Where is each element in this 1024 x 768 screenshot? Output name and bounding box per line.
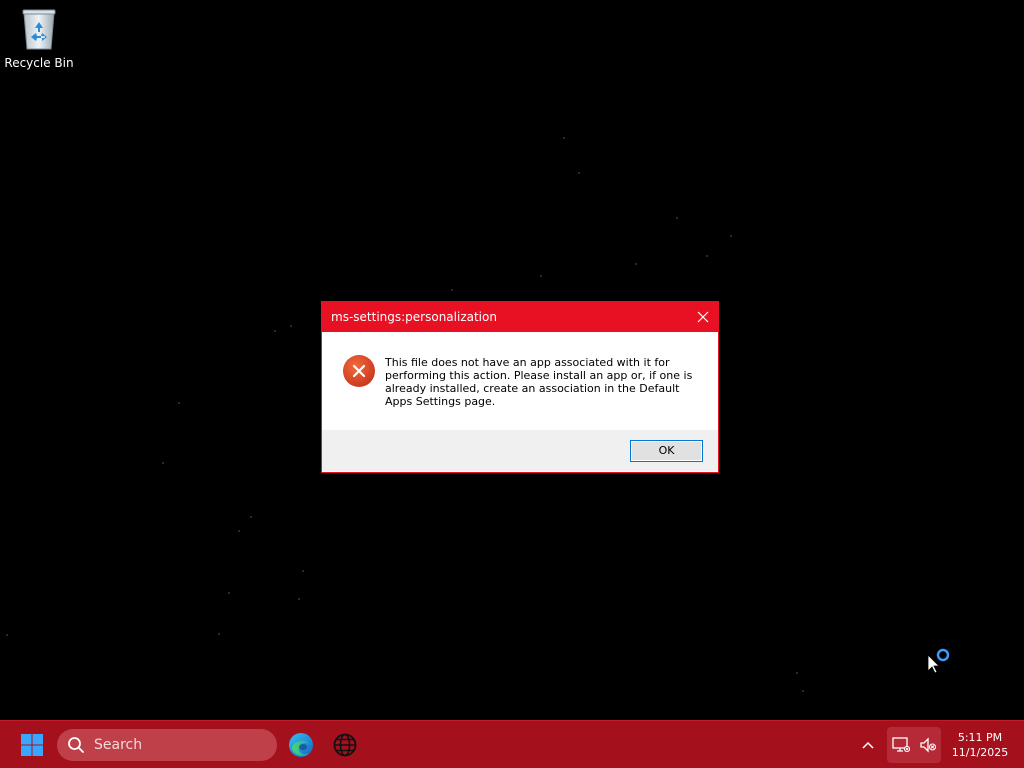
windows-start-icon: [21, 734, 43, 756]
recycle-bin-icon: [19, 6, 59, 52]
busy-cursor-icon: [927, 648, 950, 674]
taskbar-search-box[interactable]: Search: [57, 729, 277, 761]
wallpaper-speck: [6, 634, 8, 636]
wallpaper-speck: [274, 330, 276, 332]
wallpaper-speck: [290, 325, 292, 327]
edge-icon: [289, 733, 313, 757]
globe-icon: [333, 733, 357, 757]
wallpaper-speck: [802, 690, 804, 692]
taskbar-app-browser[interactable]: [325, 725, 365, 765]
search-icon: [67, 736, 85, 754]
wallpaper-speck: [706, 255, 708, 257]
mouse-cursor: [927, 647, 951, 674]
wallpaper-speck: [540, 275, 542, 277]
tray-network-volume-button[interactable]: [887, 727, 941, 763]
dialog-footer: OK: [322, 430, 718, 471]
dialog-body: This file does not have an app associate…: [322, 332, 718, 430]
error-dialog: ms-settings:personalization This file do…: [321, 301, 719, 473]
close-icon: [697, 311, 709, 323]
volume-muted-icon: [919, 737, 936, 753]
taskbar-clock[interactable]: 5:11 PM 11/1/2025: [944, 727, 1016, 763]
clock-time: 5:11 PM: [957, 731, 1003, 744]
wallpaper-speck: [451, 289, 453, 291]
wallpaper-speck: [298, 598, 300, 600]
ok-button[interactable]: OK: [630, 439, 703, 462]
wallpaper-speck: [676, 217, 678, 219]
wallpaper-speck: [162, 462, 164, 464]
wallpaper-speck: [563, 137, 565, 139]
desktop-icon-recycle-bin[interactable]: Recycle Bin: [4, 6, 74, 70]
wallpaper-speck: [578, 172, 580, 174]
wallpaper-speck: [302, 570, 304, 572]
chevron-up-icon: [862, 741, 874, 749]
wallpaper-speck: [178, 402, 180, 404]
error-icon: [343, 355, 375, 387]
wallpaper-speck: [218, 633, 220, 635]
clock-date: 11/1/2025: [951, 746, 1009, 759]
taskbar-app-edge[interactable]: [281, 725, 321, 765]
show-hidden-icons-button[interactable]: [856, 733, 880, 757]
network-disconnected-icon: [891, 737, 910, 753]
dialog-titlebar[interactable]: ms-settings:personalization: [322, 302, 718, 332]
start-button[interactable]: [12, 725, 52, 765]
taskbar: Search 5:11 PM 11/1/2025: [0, 720, 1024, 768]
desktop: Recycle Bin ms-settings:personalization: [0, 0, 1024, 720]
wallpaper-speck: [635, 263, 637, 265]
wallpaper-speck: [730, 235, 732, 237]
dialog-close-button[interactable]: [688, 302, 718, 332]
wallpaper-speck: [238, 530, 240, 532]
dialog-title: ms-settings:personalization: [331, 310, 497, 324]
search-placeholder: Search: [94, 737, 143, 753]
dialog-message: This file does not have an app associate…: [385, 356, 693, 408]
wallpaper-speck: [796, 672, 798, 674]
wallpaper-speck: [250, 516, 252, 518]
desktop-icon-label: Recycle Bin: [4, 56, 74, 70]
wallpaper-speck: [228, 592, 230, 594]
